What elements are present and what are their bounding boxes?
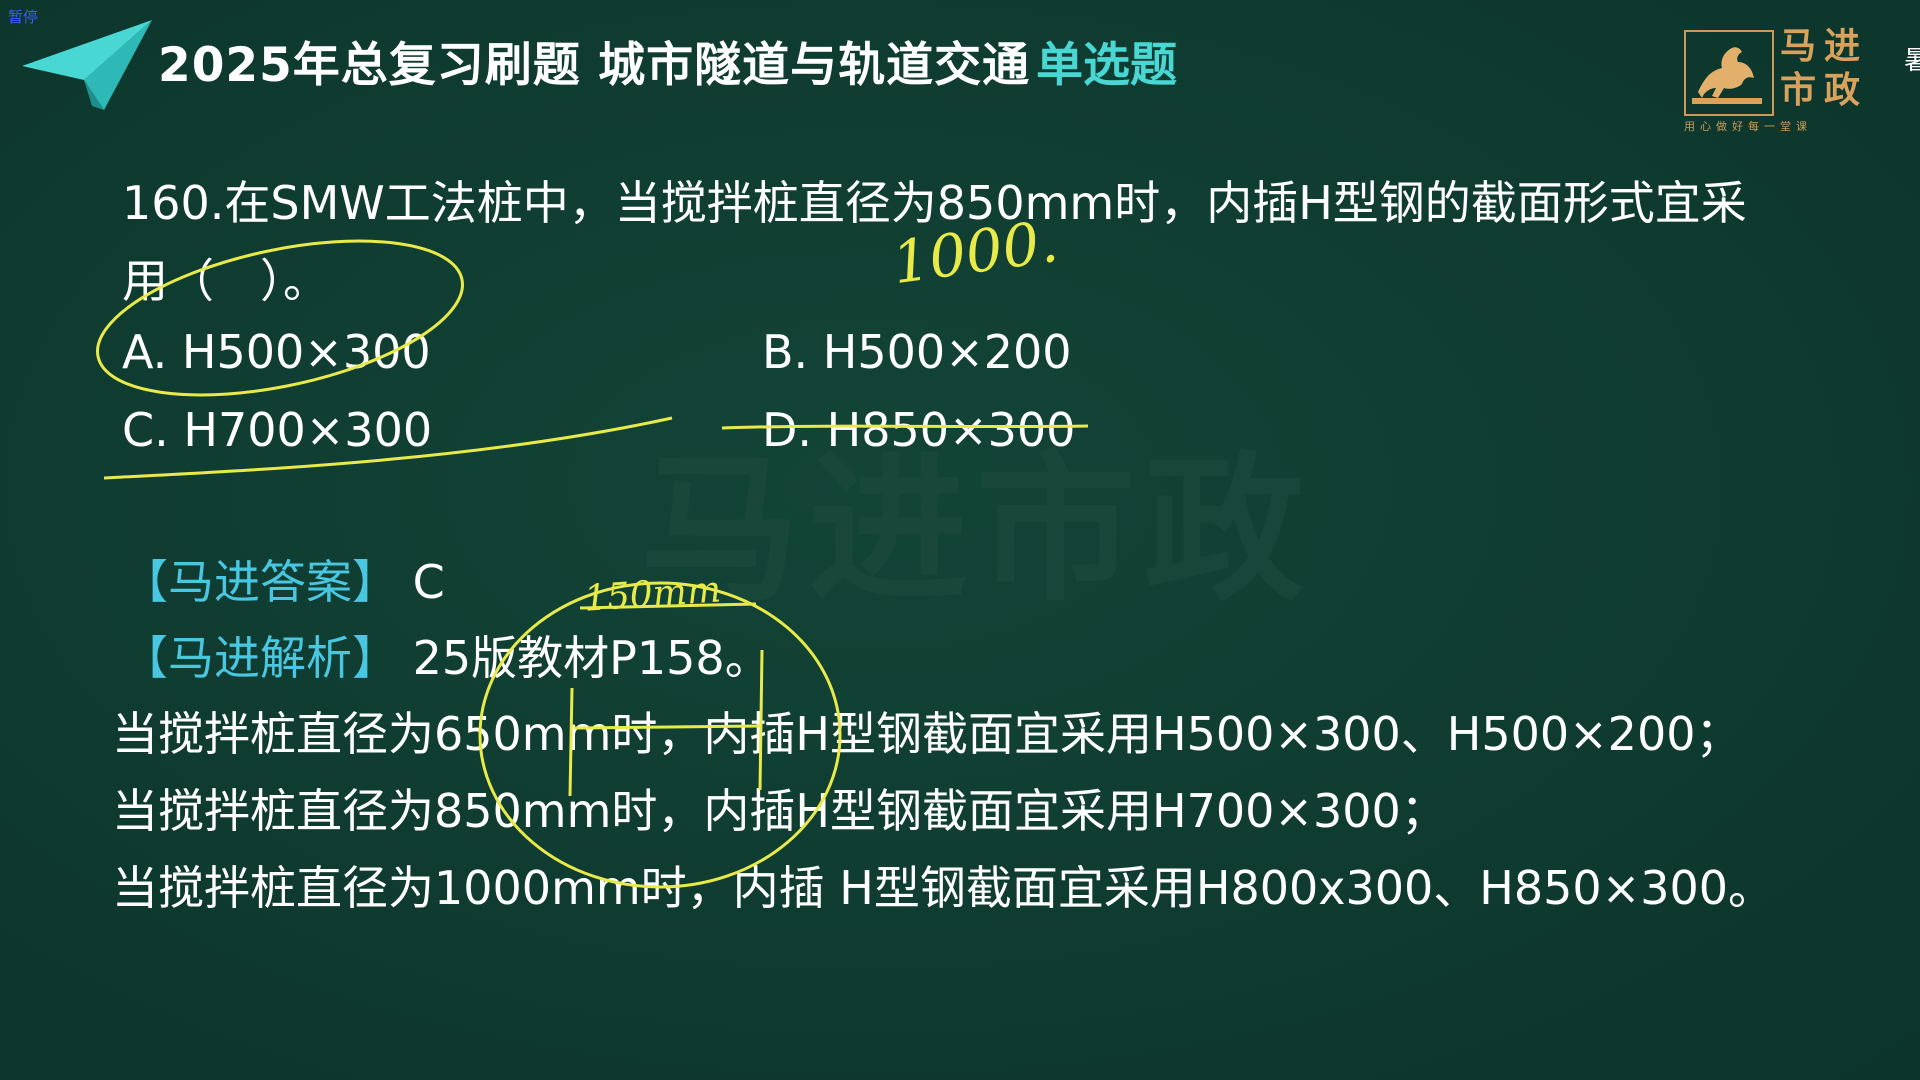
answer-value: C (412, 555, 445, 609)
logo-char-jin: 进 (1824, 25, 1861, 67)
option-c[interactable]: C. H700×300 (122, 402, 432, 458)
watermark: 马进市政 (640, 436, 1313, 623)
analysis-line-850: 当搅拌桩直径为850mm时，内插H型钢截面宜采用H700×300； (112, 784, 1447, 838)
logo-char-shi: 市 (1780, 69, 1817, 111)
logo-char-zheng: 政 (1824, 69, 1861, 111)
brand-logo: 马 进 市 政 用心做好每一堂课 (1684, 26, 1884, 136)
slide-board: 暂停 2025年总复习刷题 城市隧道与轨道交通 单选题 马 进 市 政 用心做好… (0, 0, 1920, 1080)
horse-icon (1692, 47, 1762, 104)
analysis-reference: 25版教材P158。 (412, 631, 771, 685)
option-d[interactable]: D. H850×300 (762, 402, 1075, 458)
logo-char-ma: 马 (1780, 25, 1817, 67)
header-title: 2025年总复习刷题 城市隧道与轨道交通 (158, 38, 1031, 93)
analysis-line-1000: 当搅拌桩直径为1000mm时，内插 H型钢截面宜采用H800x300、H850×… (112, 861, 1775, 915)
analysis-row: 【马进解析】 25版教材P158。 (122, 630, 771, 686)
option-b[interactable]: B. H500×200 (762, 324, 1072, 380)
logo-slogan: 用心做好每一堂课 (1684, 120, 1812, 133)
answer-label: 【马进答案】 (122, 555, 398, 609)
analysis-label: 【马进解析】 (122, 631, 398, 685)
option-a[interactable]: A. H500×300 (122, 324, 431, 380)
edge-char: 暑 (1904, 46, 1920, 76)
analysis-line-650: 当搅拌桩直径为650mm时，内插H型钢截面宜采用H500×300、H500×20… (112, 707, 1742, 761)
question-type-tag: 单选题 (1036, 38, 1177, 93)
answer-row: 【马进答案】 C (122, 554, 445, 610)
paper-plane-icon (22, 20, 152, 110)
